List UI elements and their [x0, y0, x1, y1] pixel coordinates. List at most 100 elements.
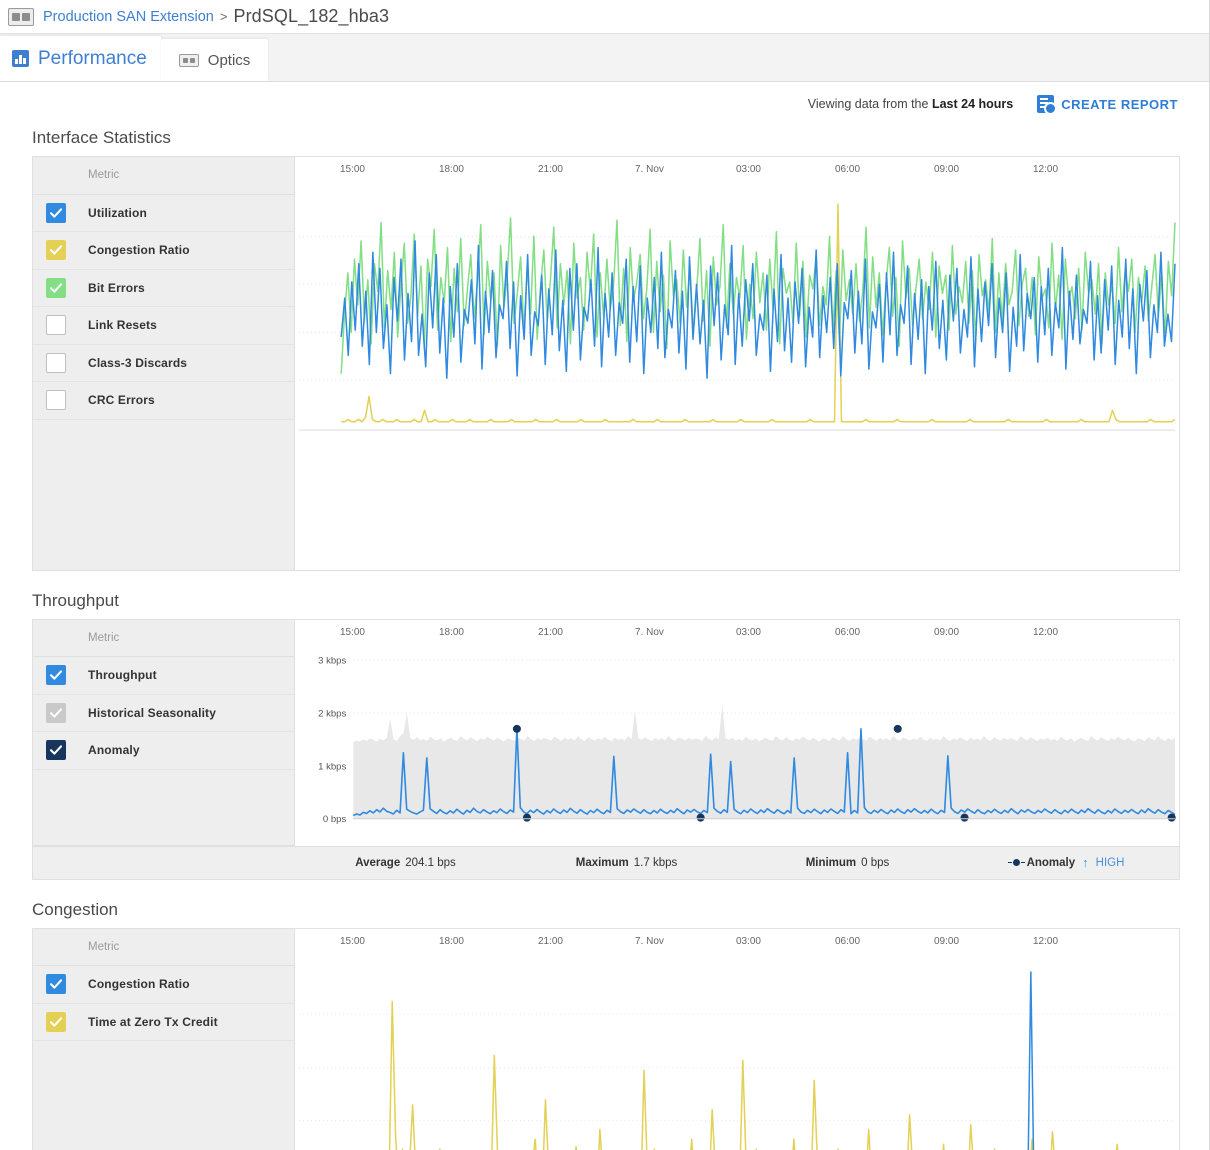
x-tick-label: 7. Nov	[635, 626, 664, 638]
x-tick-label: 21:00	[537, 626, 563, 638]
interface-statistics-chart	[295, 189, 1179, 453]
metric-row-historical-seasonality[interactable]: Historical Seasonality	[33, 695, 294, 732]
metric-label-utilization: Utilization	[88, 205, 147, 220]
breadcrumb: Production SAN Extension > PrdSQL_182_hb…	[0, 0, 1210, 34]
x-tick-label: 18:00	[438, 935, 464, 947]
checkbox-crc-errors[interactable]	[46, 390, 66, 411]
anomaly-legend-label: Anomaly	[1026, 856, 1076, 869]
x-tick-label: 09:00	[933, 626, 960, 638]
metric-row-bit-errors[interactable]: Bit Errors	[33, 270, 294, 307]
metric-row-crc-errors[interactable]: CRC Errors	[33, 382, 294, 420]
metric-label-bit-errors: Bit Errors	[88, 280, 145, 295]
stat-minimum-label: Minimum	[805, 856, 857, 869]
metric-spacer	[33, 807, 294, 845]
x-tick-label: 12:00	[1033, 626, 1059, 638]
anomaly-marker-icon	[1007, 859, 1025, 866]
metric-label-throughput: Throughput	[88, 668, 157, 683]
section-throughput: Throughput Metric Throughput Historical Se…	[0, 591, 1210, 880]
checkbox-link-resets[interactable]	[46, 315, 66, 336]
tab-performance[interactable]: Performance	[0, 36, 161, 81]
stat-maximum-label: Maximum	[575, 856, 629, 869]
x-tick-label: 06:00	[834, 164, 861, 175]
checkbox-throughput[interactable]	[46, 665, 66, 686]
x-tick-label: 12:00	[1033, 164, 1059, 175]
metric-header-row: Metric	[33, 929, 294, 966]
metric-row-time-at-zero-tx-credit[interactable]: Time at Zero Tx Credit	[33, 1004, 294, 1041]
x-tick-label: 06:00	[834, 626, 861, 638]
checkbox-congestion-ratio[interactable]	[46, 974, 66, 995]
x-tick-label: 03:00	[735, 164, 761, 175]
x-tick-label: 15:00	[339, 626, 365, 638]
section-title: Interface Statistics	[32, 128, 171, 147]
checkbox-bit-errors[interactable]	[46, 277, 66, 298]
bar-chart-icon	[12, 50, 29, 67]
arrow-up-icon: ↑	[1082, 855, 1089, 870]
checkbox-congestion-ratio[interactable]	[46, 240, 66, 261]
throughput-chart: 3 kbps 2 kbps 1 kbps 0 bps	[295, 651, 1179, 845]
x-tick-label: 21:00	[537, 164, 563, 175]
breadcrumb-separator: >	[219, 9, 228, 24]
metric-row-congestion-ratio[interactable]: Congestion Ratio	[33, 966, 294, 1004]
page-title: PrdSQL_182_hba3	[233, 6, 390, 26]
anomaly-severity: HIGH	[1095, 856, 1125, 869]
x-tick-label: 7. Nov	[635, 164, 664, 175]
metric-row-congestion-ratio[interactable]: Congestion Ratio	[33, 232, 294, 270]
metric-row-class-3-discards[interactable]: Class-3 Discards	[33, 345, 294, 382]
checkbox-anomaly[interactable]	[46, 740, 66, 761]
svg-text:1 kbps: 1 kbps	[318, 761, 346, 772]
metric-row-anomaly[interactable]: Anomaly	[33, 732, 294, 770]
chart-plot-area[interactable]: 15:00 18:00 21:00 7. Nov 03:00 06:00 09:00 12:0…	[295, 928, 1179, 1150]
metric-spacer	[33, 1116, 294, 1150]
checkbox-time-at-zero-tx-credit[interactable]	[46, 1011, 66, 1032]
x-tick-label: 09:00	[933, 935, 960, 947]
metric-row-link-resets[interactable]: Link Resets	[33, 307, 294, 345]
x-tick-label: 06:00	[834, 935, 861, 947]
metric-header-row: Metric	[33, 620, 294, 657]
x-tick-label: 03:00	[735, 626, 761, 638]
stat-minimum: Minimum 0 bps	[737, 857, 958, 869]
section-title: Congestion	[32, 899, 119, 919]
metric-list: Metric Congestion Ratio Time at Zero Tx Cr…	[33, 928, 295, 1150]
optics-module-icon	[178, 53, 199, 67]
viewing-range-value[interactable]: Last 24 hours	[932, 97, 1013, 111]
x-tick-label: 03:00	[735, 935, 761, 947]
x-tick-label: 15:00	[339, 164, 365, 175]
interface-port-icon	[8, 7, 34, 26]
checkbox-historical-seasonality[interactable]	[46, 702, 66, 723]
metric-label-class-3-discards: Class-3 Discards	[88, 355, 188, 370]
metric-spacer	[33, 770, 294, 808]
metric-header-label: Metric	[88, 940, 120, 953]
tab-optics[interactable]: Optics	[160, 39, 269, 81]
create-report-icon	[1037, 95, 1058, 115]
svg-text:3 kbps: 3 kbps	[318, 655, 346, 666]
create-report-button[interactable]: CREATE REPORT	[1037, 95, 1178, 115]
chart-plot-area[interactable]: 15:00 18:00 21:00 7. Nov 03:00 06:00 09:00 12:0…	[295, 619, 1179, 846]
metric-row-throughput[interactable]: Throughput	[33, 657, 294, 695]
metric-spacer	[33, 532, 294, 570]
section-title: Throughput	[32, 590, 119, 610]
tab-bar: Performance Optics	[0, 34, 1210, 82]
chart-plot-area[interactable]: 15:00 18:00 21:00 7. Nov 03:00 06:00 09:00 12:0…	[295, 157, 1179, 570]
breadcrumb-parent-link[interactable]: Production SAN Extension	[43, 9, 214, 25]
tab-performance-label: Performance	[38, 47, 147, 69]
metric-header-label: Metric	[88, 169, 120, 182]
throughput-stats-footer: Average 204.1 bps Maximum 1.7 kbps Minimum…	[33, 845, 1179, 879]
x-tick-label: 09:00	[933, 164, 960, 175]
checkbox-utilization[interactable]	[46, 202, 66, 223]
create-report-label: CREATE REPORT	[1061, 96, 1178, 112]
metric-list: Metric Utilization Congestion Ratio Bit Err…	[33, 157, 295, 570]
metric-spacer	[33, 1041, 294, 1079]
metric-spacer	[33, 495, 294, 533]
metric-row-utilization[interactable]: Utilization	[33, 195, 294, 232]
x-tick-label: 15:00	[339, 935, 365, 947]
metric-spacer	[33, 420, 294, 458]
stat-minimum-value: 0 bps	[861, 856, 890, 869]
metric-label-congestion-ratio: Congestion Ratio	[88, 977, 190, 992]
anomaly-legend: Anomaly ↑ HIGH	[958, 855, 1179, 870]
metric-spacer	[33, 1079, 294, 1117]
stat-maximum: Maximum 1.7 kbps	[516, 857, 737, 869]
chart-panel: Metric Throughput Historical Seasonality An…	[32, 618, 1180, 880]
x-tick-label: 12:00	[1033, 935, 1059, 947]
tab-optics-label: Optics	[207, 51, 251, 69]
checkbox-class-3-discards[interactable]	[46, 352, 66, 373]
